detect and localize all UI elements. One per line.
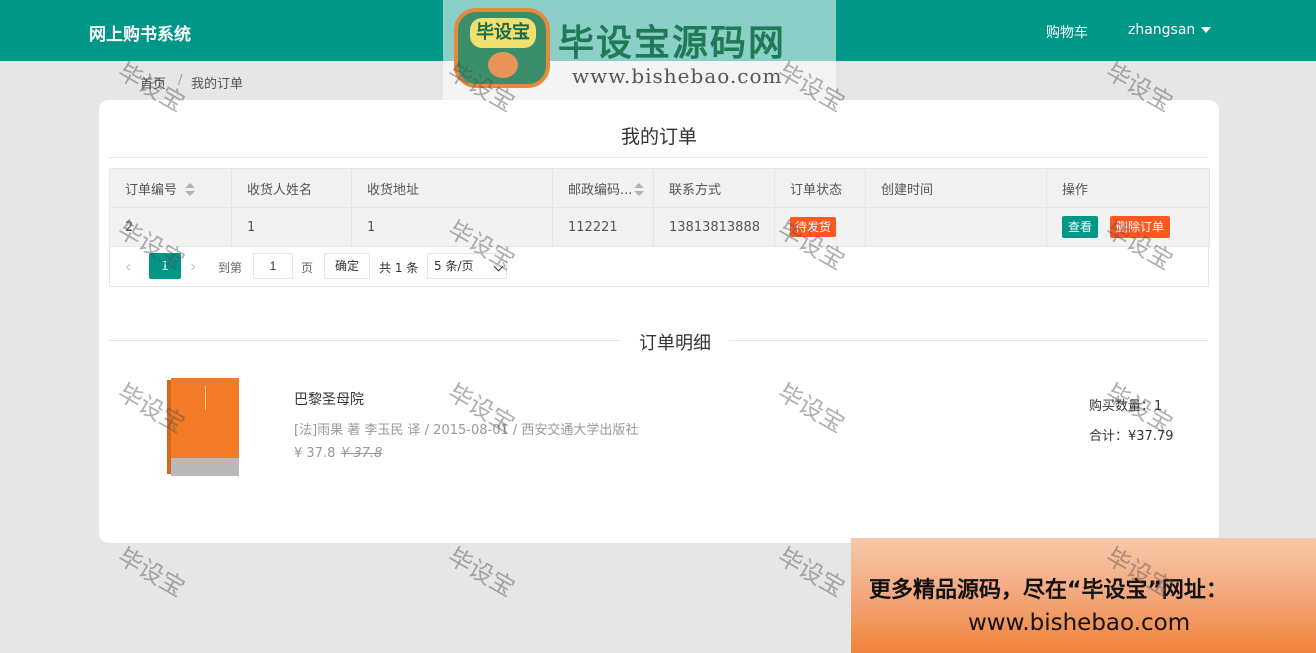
book-band: [171, 458, 239, 476]
orders-card: 我的订单 订单编号 收货人姓名 收货地址 邮政编码... 联系方式 订单状态 创…: [99, 100, 1219, 543]
page-size-value: 5 条/页: [434, 259, 474, 273]
next-page-icon[interactable]: ›: [190, 257, 196, 276]
book-price: ¥ 37.8: [294, 446, 336, 461]
caret-down-icon: [1201, 27, 1212, 33]
watermark-stamp: 毕设宝: [443, 542, 520, 603]
goto-page-input[interactable]: [253, 253, 293, 279]
book-name[interactable]: 巴黎圣母院: [294, 389, 364, 409]
username-label: zhangsan: [1128, 22, 1196, 38]
book-cover-title: [205, 386, 219, 410]
promo-url: www.bishebao.com: [968, 610, 1191, 636]
view-order-button[interactable]: 查看: [1062, 216, 1099, 238]
cell-created: [865, 207, 1047, 247]
goto-confirm-button[interactable]: 确定: [324, 253, 370, 279]
prev-page-icon[interactable]: ‹: [125, 257, 131, 276]
watermark-title: 毕设宝源码网: [558, 23, 787, 64]
goto-label: 到第: [218, 261, 243, 275]
sort-icon[interactable]: [185, 183, 196, 197]
page-title: 我的订单: [620, 126, 697, 148]
nav-cart-link[interactable]: 购物车: [1046, 22, 1088, 42]
pagination: ‹ 1 › 到第 页 确定 共 1 条 5 条/页: [109, 247, 1209, 287]
detail-title: 订单明细: [639, 333, 711, 354]
watermark-logo-text: 毕设宝: [470, 18, 536, 48]
title-divider: [109, 157, 1209, 158]
col-order-no[interactable]: 订单编号: [109, 168, 232, 208]
book-old-price: ¥ 37.8: [341, 446, 383, 461]
user-menu[interactable]: zhangsan: [1128, 22, 1212, 38]
book-info: [法]雨果 著 李玉民 译 / 2015-08-01 / 西安交通大学出版社: [294, 423, 639, 438]
col-created: 创建时间: [865, 168, 1047, 208]
col-receiver: 收货人姓名: [231, 168, 352, 208]
cell-receiver: 1: [231, 207, 352, 247]
cell-phone: 13813813888: [653, 207, 775, 247]
table-header-row: 订单编号 收货人姓名 收货地址 邮政编码... 联系方式 订单状态 创建时间 操…: [109, 168, 1210, 208]
col-phone: 联系方式: [653, 168, 775, 208]
col-status: 订单状态: [774, 168, 866, 208]
watermark-stamp: 毕设宝: [773, 542, 850, 603]
table-row: 2 1 1 112221 13813813888 待发货 查看 删除订单: [109, 207, 1210, 247]
orders-table: 订单编号 收货人姓名 收货地址 邮政编码... 联系方式 订单状态 创建时间 操…: [109, 168, 1210, 247]
watermark-stamp: 毕设宝: [113, 542, 190, 603]
sort-icon[interactable]: [634, 183, 645, 197]
watermark-url: www.bishebao.com: [572, 64, 783, 88]
detail-divider-right: [729, 340, 1209, 341]
app-title[interactable]: 网上购书系统: [89, 20, 191, 45]
breadcrumb-current: 我的订单: [191, 77, 244, 92]
detail-divider-left: [109, 340, 621, 341]
cell-zip: 112221: [552, 207, 654, 247]
page-unit-label: 页: [301, 261, 314, 275]
total-count: 共 1 条: [379, 261, 419, 275]
promo-banner: 更多精品源码，尽在“毕设宝”网址： www.bishebao.com: [851, 538, 1316, 653]
col-zip[interactable]: 邮政编码...: [552, 168, 654, 208]
col-address: 收货地址: [351, 168, 553, 208]
col-actions: 操作: [1046, 168, 1210, 208]
